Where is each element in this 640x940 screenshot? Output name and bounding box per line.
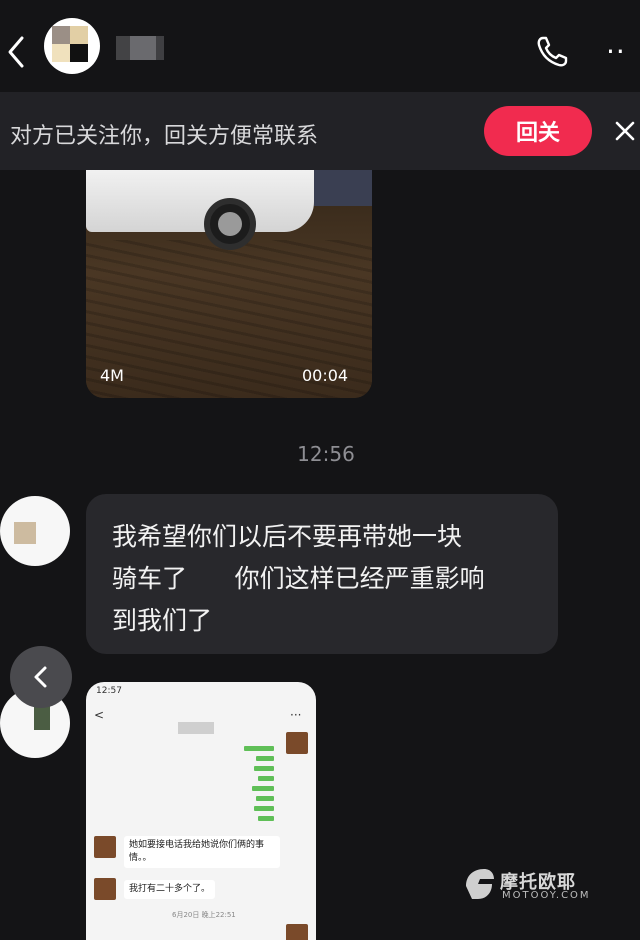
screenshot-date: 6月20日 晚上22:51	[172, 911, 236, 919]
video-duration: 00:04	[302, 366, 349, 385]
watermark-helmet-icon	[466, 869, 494, 899]
video-message[interactable]: 4M 00:04	[86, 170, 372, 398]
banner-text: 对方已关注你，回关方便常联系	[10, 124, 319, 149]
message-line: 我希望你们以后不要再带她一块	[112, 522, 463, 551]
phone-icon[interactable]	[534, 34, 570, 70]
message-line: 骑车了 你们这样已经严重影响	[112, 564, 485, 593]
contact-name	[116, 36, 170, 60]
contact-avatar[interactable]	[44, 18, 100, 74]
text-message-bubble[interactable]: 我希望你们以后不要再带她一块 骑车了 你们这样已经严重影响 到我们了	[86, 494, 558, 654]
screenshot-title-blur	[178, 722, 214, 734]
chat-header: ··	[0, 0, 640, 92]
watermark-subtitle: MOTOOY.COM	[502, 890, 591, 901]
screenshot-message: 她如要接电话我给她说你们俩的事情。。	[124, 836, 280, 868]
follow-back-button[interactable]: 回关	[484, 106, 592, 156]
chevron-left-icon	[34, 666, 47, 688]
screenshot-avatar	[286, 924, 308, 940]
video-size: 4M	[100, 366, 124, 385]
message-line: 到我们了	[112, 606, 213, 635]
image-message-screenshot[interactable]: 12:57 < ··· 她如要接电话我给她说你们俩的事情。。 我打有二十多个了。…	[86, 682, 316, 940]
collapse-panel-button[interactable]	[10, 646, 72, 708]
screenshot-avatar	[286, 732, 308, 754]
screenshot-message: 我打有二十多个了。	[124, 880, 216, 899]
message-timestamp: 12:56	[297, 442, 355, 466]
screenshot-more-icon: ···	[290, 708, 302, 722]
more-options-icon[interactable]: ··	[606, 38, 626, 66]
close-icon[interactable]	[612, 118, 638, 144]
follow-back-banner: 对方已关注你，回关方便常联系 回关	[0, 92, 640, 170]
screenshot-back-icon: <	[94, 708, 105, 722]
screenshot-status-time: 12:57	[96, 686, 122, 696]
watermark-logo: 摩托欧耶 MOTOOY.COM	[462, 866, 592, 906]
chevron-left-icon[interactable]	[4, 32, 28, 72]
screenshot-avatar	[94, 836, 116, 858]
screenshot-avatar	[94, 878, 116, 900]
sender-avatar[interactable]	[0, 496, 70, 566]
video-thumbnail-car	[86, 170, 314, 232]
